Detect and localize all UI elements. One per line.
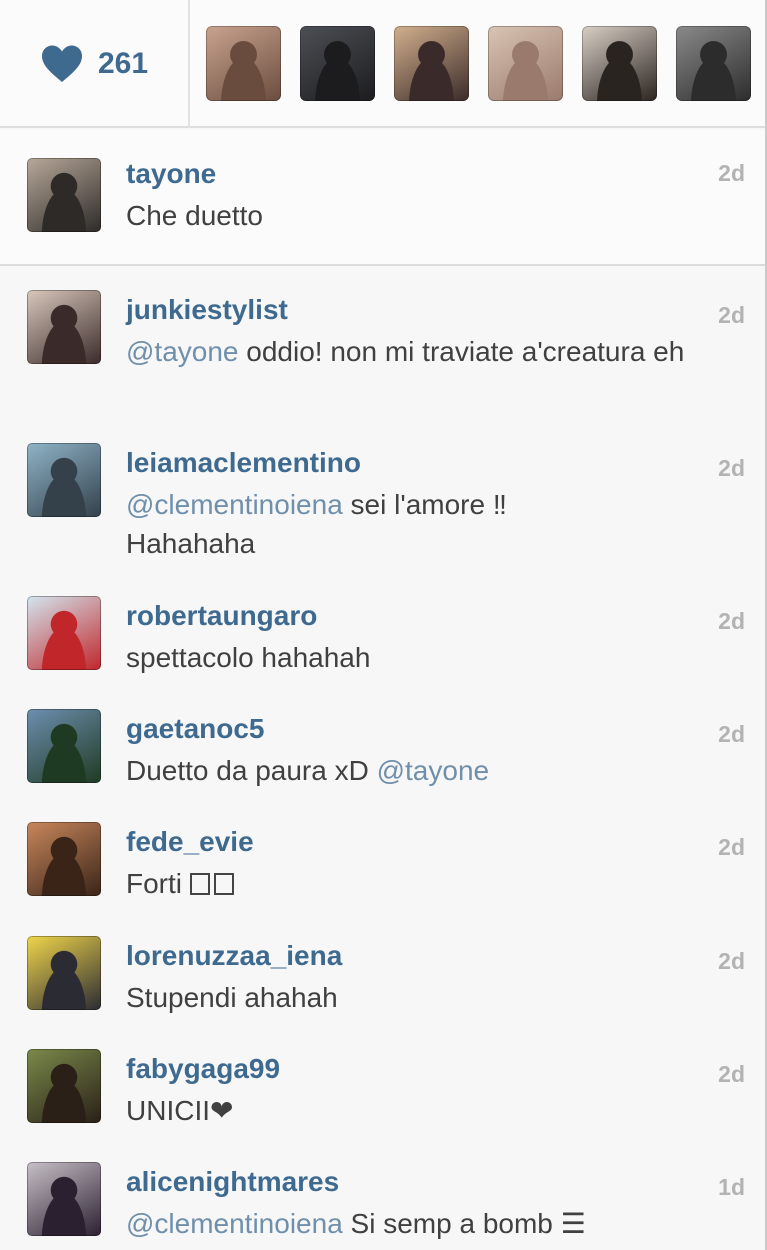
comment-body: Stupendi ahahah — [126, 982, 338, 1013]
username[interactable]: gaetanoc5 — [126, 713, 265, 745]
comment-body: Duetto da paura xD — [126, 755, 377, 786]
likes-bar: 261 — [0, 0, 765, 128]
avatar[interactable] — [27, 1049, 101, 1123]
mention[interactable]: @clementinoiena — [126, 489, 343, 520]
like-button[interactable]: 261 — [0, 0, 190, 128]
comment-text: @clementinoiena sei l'amore ‼ Hahahaha — [126, 485, 606, 563]
liker-avatar[interactable] — [676, 26, 751, 101]
timestamp: 2d — [718, 834, 745, 860]
comment-body: UNICII❤ — [126, 1095, 234, 1126]
heart-icon — [41, 45, 82, 82]
caption-text: Che duetto — [126, 200, 263, 231]
avatar[interactable] — [27, 822, 101, 896]
comment-body: Si semp a bomb ☰ — [342, 1208, 586, 1239]
username[interactable]: fede_evie — [126, 826, 254, 858]
username[interactable]: leiamaclementino — [126, 447, 361, 479]
comments-panel: 261 tayone Che duetto 2d junkiestylist @… — [0, 0, 767, 1250]
liker-avatar[interactable] — [206, 26, 281, 101]
timestamp: 2d — [718, 948, 745, 974]
liker-avatar[interactable] — [300, 26, 375, 101]
comment-text: Forti — [126, 864, 686, 903]
username[interactable]: fabygaga99 — [126, 1053, 280, 1085]
comment-text: Duetto da paura xD @tayone — [126, 751, 686, 790]
timestamp: 2d — [718, 455, 745, 481]
comment-body: Forti — [126, 868, 190, 899]
avatar[interactable] — [27, 936, 101, 1010]
avatar[interactable] — [27, 596, 101, 670]
avatar[interactable] — [27, 290, 101, 364]
username[interactable]: alicenightmares — [126, 1166, 339, 1198]
comment-body: spettacolo hahahah — [126, 642, 371, 673]
liker-avatars — [206, 26, 751, 101]
liker-avatar[interactable] — [488, 26, 563, 101]
username[interactable]: junkiestylist — [126, 294, 288, 326]
comment-body: oddio! non mi traviate a'creatura eh — [238, 336, 685, 367]
mention[interactable]: @clementinoiena — [126, 1208, 343, 1239]
missing-glyph-icon — [189, 873, 210, 895]
like-count: 261 — [97, 47, 149, 80]
avatar[interactable] — [27, 158, 101, 232]
username[interactable]: robertaungaro — [126, 600, 317, 632]
comment-text: Stupendi ahahah — [126, 978, 686, 1017]
username[interactable]: tayone — [126, 158, 216, 190]
avatar[interactable] — [27, 443, 101, 517]
mention[interactable]: @tayone — [377, 755, 490, 786]
comment-text: @clementinoiena Si semp a bomb ☰ — [126, 1204, 686, 1243]
timestamp: 2d — [718, 721, 745, 747]
comment-text: @tayone oddio! non mi traviate a'creatur… — [126, 332, 686, 371]
liker-avatar[interactable] — [582, 26, 657, 101]
avatar[interactable] — [27, 709, 101, 783]
caption: tayone Che duetto 2d — [0, 130, 765, 266]
liker-avatar[interactable] — [394, 26, 469, 101]
comment-text: spettacolo hahahah — [126, 638, 686, 677]
timestamp: 2d — [718, 1061, 745, 1087]
timestamp: 2d — [718, 608, 745, 634]
mention[interactable]: @tayone — [126, 336, 239, 367]
avatar[interactable] — [27, 1162, 101, 1236]
timestamp: 2d — [718, 160, 745, 186]
missing-glyph-icon — [213, 873, 234, 895]
comment-text: UNICII❤ — [126, 1091, 686, 1130]
username[interactable]: lorenuzzaa_iena — [126, 940, 342, 972]
timestamp: 1d — [718, 1174, 745, 1200]
timestamp: 2d — [718, 302, 745, 328]
